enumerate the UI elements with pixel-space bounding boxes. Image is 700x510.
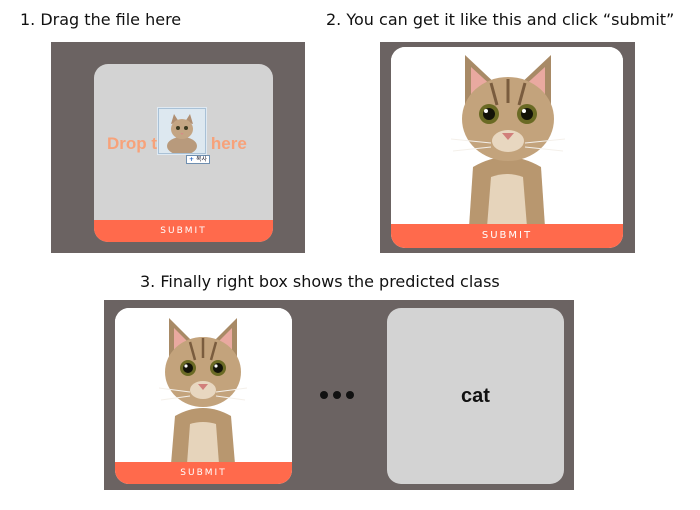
submit-label: SUBMIT xyxy=(180,468,227,478)
submit-label: SUBMIT xyxy=(481,230,533,241)
image-preview-card[interactable]: SUBMIT xyxy=(391,47,623,248)
ellipsis-icon xyxy=(320,391,354,399)
cat-image xyxy=(391,47,623,227)
plus-icon: + xyxy=(189,156,195,163)
step3-panel: SUBMIT cat xyxy=(104,300,574,490)
predicted-class: cat xyxy=(461,384,490,407)
submit-button[interactable]: SUBMIT xyxy=(94,220,273,242)
submit-button[interactable]: SUBMIT xyxy=(115,462,292,484)
step1-caption: 1. Drag the file here xyxy=(20,10,182,29)
dot xyxy=(333,391,341,399)
submit-button[interactable]: SUBMIT xyxy=(391,224,623,248)
dot xyxy=(320,391,328,399)
image-preview-card[interactable]: SUBMIT xyxy=(115,308,292,484)
submit-label: SUBMIT xyxy=(160,226,207,236)
step3-caption: 3. Finally right box shows the predicted… xyxy=(140,272,500,291)
drop-zone[interactable]: Drop the file here + 복사 SUBMIT xyxy=(94,64,273,242)
step2-caption: 2. You can get it like this and click “s… xyxy=(326,10,675,29)
step1-panel: Drop the file here + 복사 SUBMIT xyxy=(51,42,305,253)
dragged-file-thumbnail[interactable] xyxy=(158,108,206,154)
cat-image xyxy=(115,308,292,464)
cat-thumbnail-image xyxy=(159,109,205,153)
copy-tooltip: + 복사 xyxy=(186,155,210,164)
step2-panel: SUBMIT xyxy=(380,42,635,253)
copy-label: 복사 xyxy=(195,156,207,163)
dot xyxy=(346,391,354,399)
prediction-box: cat xyxy=(387,308,564,484)
